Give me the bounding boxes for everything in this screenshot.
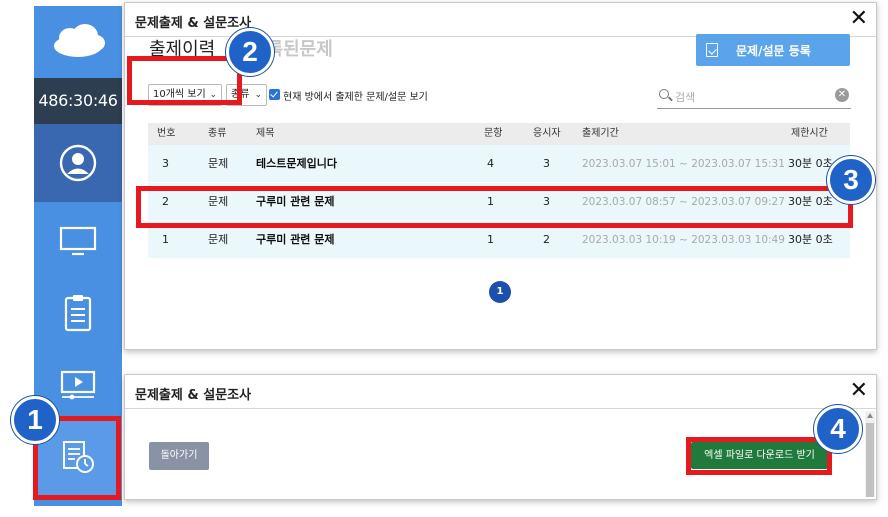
highlight-box-tab [127, 56, 242, 105]
sidebar-item-board[interactable] [34, 274, 122, 352]
row-title: 테스트문제입니다 [256, 157, 337, 170]
clear-search-icon[interactable]: ✕ [835, 88, 849, 102]
scroll-up-icon[interactable] [867, 413, 873, 418]
sidebar-item-profile[interactable] [34, 124, 122, 202]
highlight-box-row [136, 186, 853, 228]
sidebar-item-screen[interactable] [34, 202, 122, 280]
window-title: 문제출제 & 설문조사 [135, 388, 252, 403]
window-titlebar: 문제출제 & 설문조사 ✕ [125, 375, 876, 409]
col-number: 번호 [157, 128, 176, 139]
col-period: 출제기간 [582, 128, 619, 139]
table-row[interactable]: 3 문제 테스트문제입니다 4 3 2023.03.07 15:01 ~ 202… [148, 145, 850, 183]
window-title: 문제출제 & 설문조사 [135, 16, 252, 31]
table-header: 번호 종류 제목 문항 응시자 출제기간 제한시간 [148, 123, 850, 145]
step-badge-2: 2 [226, 28, 274, 76]
close-icon[interactable]: ✕ [850, 379, 868, 403]
col-limit: 제한시간 [791, 128, 828, 139]
row-type: 문제 [208, 157, 229, 170]
search-input[interactable]: 검색 ✕ [657, 85, 851, 109]
clipboard-icon [64, 295, 92, 332]
scrollbar[interactable] [865, 411, 875, 497]
col-title: 제목 [256, 128, 275, 139]
monitor-icon [59, 226, 97, 256]
row-period: 2023.03.07 15:01 ~ 2023.03.07 15:31 [582, 158, 785, 170]
session-timer: 486:30:46 [34, 78, 122, 124]
col-takers: 응시자 [533, 128, 561, 139]
register-question-button[interactable]: 문제/설문 등록 [696, 34, 850, 66]
back-button[interactable]: 돌아가기 [149, 442, 209, 470]
user-profile-icon [59, 144, 97, 182]
current-room-checkbox[interactable] [269, 89, 280, 100]
row-takers: 3 [543, 157, 550, 170]
search-icon [659, 89, 669, 99]
step-badge-1: 1 [11, 396, 59, 444]
close-icon[interactable]: ✕ [850, 7, 868, 31]
col-items: 문항 [484, 128, 503, 139]
chevron-down-icon: ⌄ [254, 90, 262, 100]
cloud-logo-icon [34, 6, 122, 78]
search-placeholder: 검색 [675, 91, 696, 104]
current-room-checkbox-label: 현재 방에서 출제한 문제/설문 보기 [283, 92, 428, 103]
video-player-icon [60, 370, 96, 400]
highlight-box-download [686, 437, 832, 475]
step-badge-3: 3 [827, 156, 875, 204]
row-number: 3 [162, 157, 169, 170]
step-badge-4: 4 [814, 405, 862, 453]
row-limit: 30분 0초 [788, 157, 833, 170]
col-type: 종류 [208, 128, 227, 139]
register-button-label: 문제/설문 등록 [736, 43, 811, 58]
page-1-button[interactable]: 1 [489, 281, 511, 303]
scrollbar-thumb[interactable] [866, 423, 874, 497]
document-chart-icon [706, 43, 718, 57]
row-items: 4 [487, 157, 494, 170]
